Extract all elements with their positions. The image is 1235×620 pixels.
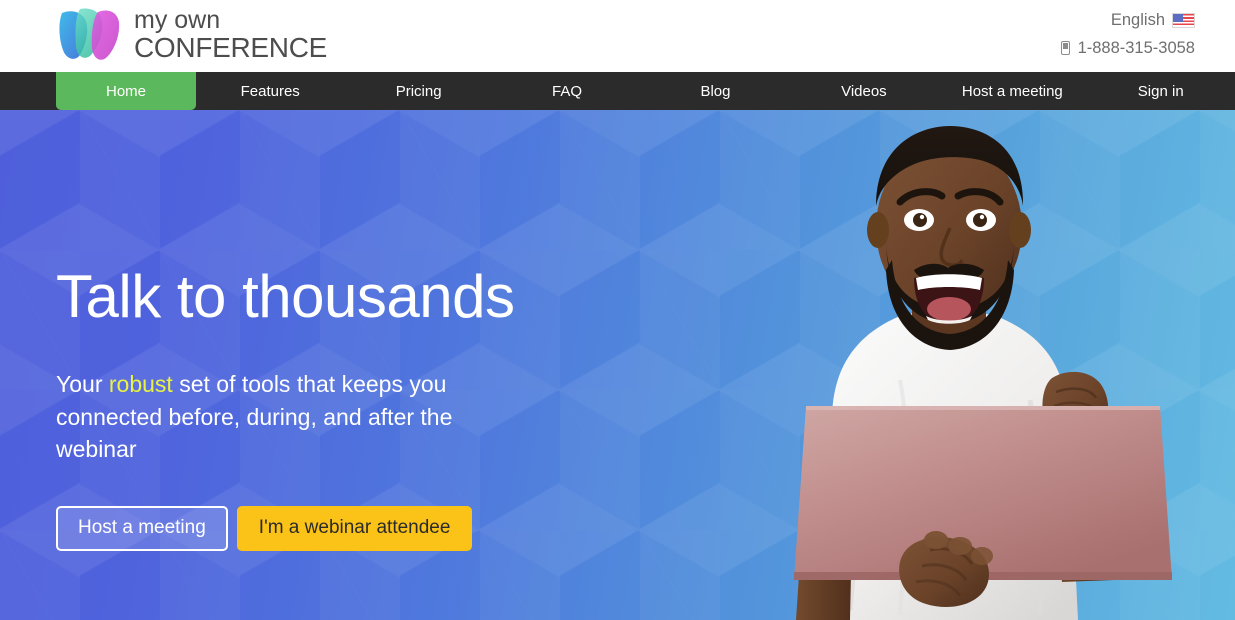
landing-page: my own CONFERENCE English 1-888-315-3058… (0, 0, 1235, 620)
main-navigation: Home Features Pricing FAQ Blog Videos Ho… (0, 72, 1235, 110)
top-bar-right: English 1-888-315-3058 (1060, 8, 1195, 62)
hero-subtitle-highlight: robust (108, 371, 173, 397)
hero-subtitle: Your robust set of tools that keeps you … (56, 368, 486, 466)
top-bar: my own CONFERENCE English 1-888-315-3058 (0, 0, 1235, 72)
language-selector[interactable]: English (1061, 8, 1195, 34)
nav-item-host-a-meeting[interactable]: Host a meeting (938, 72, 1086, 110)
hero-photo-smiling-man-holding-laptop (600, 110, 1235, 620)
logo-line-two: CONFERENCE (134, 32, 328, 63)
hero-section: Talk to thousands Your robust set of too… (0, 110, 1235, 620)
site-logo[interactable]: my own CONFERENCE (56, 5, 327, 63)
mobile-phone-icon (1060, 41, 1070, 56)
logo-line-one: my own (134, 6, 221, 34)
us-flag-icon (1172, 13, 1195, 29)
nav-item-features[interactable]: Features (196, 72, 344, 110)
hero-subtitle-part-one: Your (56, 371, 109, 397)
butterfly-wings-logo-icon (56, 5, 124, 63)
hero-title: Talk to thousands (56, 263, 515, 330)
nav-item-blog[interactable]: Blog (641, 72, 789, 110)
hero-cta-group: Host a meeting I'm a webinar attendee (56, 505, 556, 551)
phone-number: 1-888-315-3058 (1077, 38, 1195, 57)
nav-left-spacer (0, 72, 56, 110)
phone-link[interactable]: 1-888-315-3058 (1060, 36, 1195, 62)
nav-item-home[interactable]: Home (56, 72, 196, 110)
nav-item-sign-in[interactable]: Sign in (1087, 72, 1235, 110)
nav-item-videos[interactable]: Videos (790, 72, 938, 110)
hero-copy: Talk to thousands Your robust set of too… (56, 265, 556, 551)
nav-item-pricing[interactable]: Pricing (344, 72, 492, 110)
nav-item-faq[interactable]: FAQ (493, 72, 641, 110)
logo-wordmark: my own CONFERENCE (134, 6, 327, 62)
webinar-attendee-button[interactable]: I'm a webinar attendee (236, 505, 473, 551)
host-a-meeting-button[interactable]: Host a meeting (56, 505, 228, 551)
language-label: English (1110, 11, 1165, 29)
